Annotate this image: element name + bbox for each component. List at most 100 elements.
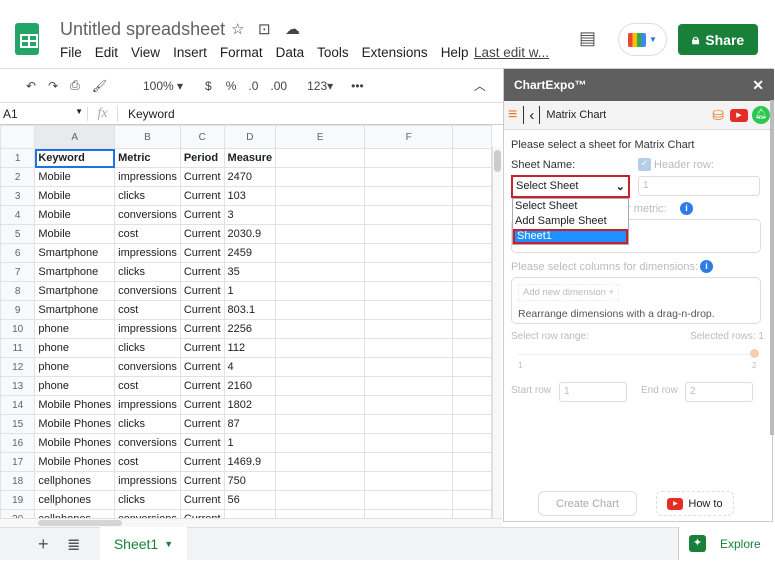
cell[interactable] <box>364 414 454 434</box>
cell[interactable]: Current <box>179 490 225 510</box>
row-header[interactable]: 13 <box>0 376 36 396</box>
cell[interactable]: cellphones <box>34 509 116 518</box>
cell[interactable]: Measure <box>223 148 277 168</box>
info-icon[interactable]: i <box>700 260 713 273</box>
cell[interactable]: impressions <box>114 243 181 263</box>
info-icon[interactable]: i <box>680 202 693 215</box>
star-icon[interactable]: ☆ <box>231 20 244 38</box>
cell[interactable] <box>452 186 492 206</box>
menu-tools[interactable]: Tools <box>317 45 349 60</box>
cell[interactable] <box>452 243 492 263</box>
select-all-corner[interactable] <box>0 125 36 149</box>
cell[interactable]: impressions <box>114 319 181 339</box>
row-header[interactable]: 19 <box>0 490 36 510</box>
cell[interactable] <box>364 509 454 518</box>
cell[interactable]: Current <box>179 414 225 434</box>
all-sheets-icon[interactable]: ≣ <box>67 535 80 555</box>
cell[interactable] <box>275 376 366 396</box>
row-header[interactable]: 15 <box>0 414 36 434</box>
notification-bell-icon[interactable]: 🔔︎ <box>752 106 770 124</box>
cell[interactable]: cost <box>114 452 181 472</box>
cell[interactable]: 1 <box>223 433 277 453</box>
explore-button[interactable]: ✦ Explore <box>678 527 775 560</box>
redo-icon[interactable]: ↷ <box>48 79 58 93</box>
move-folder-icon[interactable]: ⊡ <box>258 20 271 38</box>
menu-format[interactable]: Format <box>220 45 263 60</box>
cell[interactable]: impressions <box>114 167 181 187</box>
cell[interactable]: 1469.9 <box>223 452 277 472</box>
panel-scrollbar[interactable] <box>770 100 774 435</box>
option-add-sample-sheet[interactable]: Add Sample Sheet <box>513 214 628 229</box>
row-header[interactable]: 3 <box>0 186 36 206</box>
row-header[interactable]: 20 <box>0 509 36 518</box>
cell[interactable]: phone <box>34 376 116 396</box>
cell[interactable]: conversions <box>114 205 181 225</box>
menu-file[interactable]: File <box>60 45 82 60</box>
row-header[interactable]: 9 <box>0 300 36 320</box>
cell[interactable]: 56 <box>223 490 277 510</box>
column-header[interactable] <box>452 125 492 149</box>
increase-decimal-button[interactable]: .00 <box>270 79 287 93</box>
cell[interactable] <box>275 300 366 320</box>
last-edit-link[interactable]: Last edit w... <box>474 45 549 60</box>
menu-view[interactable]: View <box>131 45 160 60</box>
cell[interactable]: impressions <box>114 471 181 491</box>
cell[interactable]: 4 <box>223 357 277 377</box>
option-sheet1[interactable]: Sheet1 <box>513 229 628 244</box>
cell[interactable] <box>452 471 492 491</box>
cell[interactable]: clicks <box>114 490 181 510</box>
cell[interactable] <box>275 167 366 187</box>
menu-extensions[interactable]: Extensions <box>362 45 428 60</box>
column-header[interactable]: B <box>114 125 181 149</box>
cell[interactable]: clicks <box>114 338 181 358</box>
sheet-tab-sheet1[interactable]: Sheet1 ▼ <box>100 527 187 560</box>
cell[interactable]: impressions <box>114 395 181 415</box>
formula-input[interactable]: Keyword <box>118 107 175 121</box>
close-icon[interactable]: ✕ <box>752 77 764 94</box>
cell[interactable] <box>275 224 366 244</box>
cell[interactable] <box>364 148 454 168</box>
cell[interactable]: 1 <box>223 281 277 301</box>
create-chart-button[interactable]: Create Chart <box>538 491 637 516</box>
cell[interactable] <box>452 452 492 472</box>
cell[interactable] <box>364 262 454 282</box>
row-header[interactable]: 8 <box>0 281 36 301</box>
column-header[interactable]: D <box>223 125 277 149</box>
menu-insert[interactable]: Insert <box>173 45 207 60</box>
cell[interactable] <box>452 338 492 358</box>
meet-button[interactable]: ▼ <box>618 23 667 56</box>
cell[interactable]: Current <box>179 509 225 518</box>
cell[interactable]: cost <box>114 300 181 320</box>
menu-help[interactable]: Help <box>441 45 469 60</box>
cell[interactable] <box>364 319 454 339</box>
cell[interactable]: 2470 <box>223 167 277 187</box>
cell[interactable]: Current <box>179 205 225 225</box>
cell[interactable] <box>275 357 366 377</box>
cell[interactable]: clicks <box>114 414 181 434</box>
cell[interactable] <box>275 433 366 453</box>
cloud-status-icon[interactable]: ☁ <box>285 20 300 38</box>
header-row-input[interactable]: 1 <box>638 176 760 196</box>
cell[interactable] <box>275 281 366 301</box>
cell[interactable] <box>452 262 492 282</box>
option-select-sheet[interactable]: Select Sheet <box>513 199 628 214</box>
cell[interactable]: Current <box>179 224 225 244</box>
decrease-decimal-button[interactable]: .0 <box>248 79 258 93</box>
cell[interactable] <box>364 490 454 510</box>
cell[interactable] <box>364 433 454 453</box>
sheets-logo[interactable] <box>15 23 39 55</box>
cell[interactable] <box>364 357 454 377</box>
share-button[interactable]: 🔒︎ Share <box>678 24 758 55</box>
cell[interactable] <box>223 509 277 518</box>
document-title[interactable]: Untitled spreadsheet <box>60 19 225 40</box>
cell[interactable] <box>452 414 492 434</box>
cell[interactable] <box>364 281 454 301</box>
cell[interactable]: Current <box>179 471 225 491</box>
cell[interactable] <box>452 281 492 301</box>
cell[interactable] <box>275 148 366 168</box>
cell[interactable]: Current <box>179 338 225 358</box>
menu-edit[interactable]: Edit <box>95 45 118 60</box>
collapse-icon[interactable]: ︿ <box>474 77 486 94</box>
cell[interactable]: Mobile <box>34 224 116 244</box>
cell[interactable]: Current <box>179 376 225 396</box>
